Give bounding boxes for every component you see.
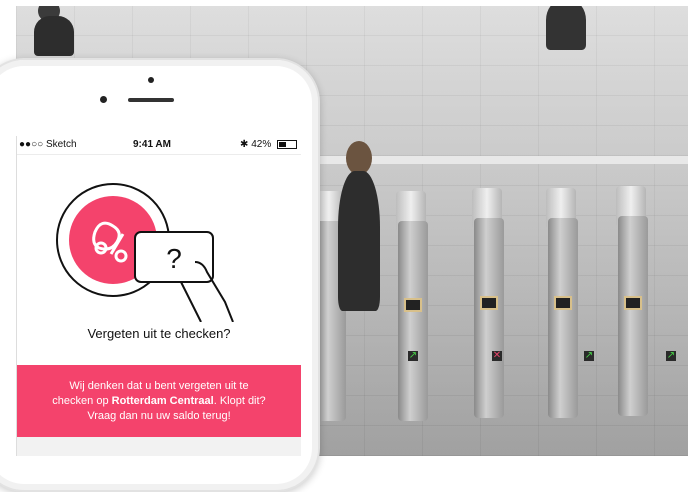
banner-line-2-suffix: . Klopt dit? [213,395,266,407]
carrier-signal: ●●○○ Sketch [19,139,77,150]
card-question-mark: ? [166,243,182,274]
phone-screen: ●●○○ Sketch 9:41 AM ✱ 42% ? Vergeten uit… [16,136,301,456]
green-arrow-icon: ↗ [666,350,676,361]
content-area-below [17,437,301,456]
green-arrow-icon: ↗ [408,350,418,361]
walking-person [34,16,74,56]
battery-status: ✱ 42% [240,139,297,150]
speaker-grille [128,98,174,102]
station-name: Rotterdam Centraal [111,395,214,407]
banner-line-2-prefix: checken op [52,395,112,407]
ticket-gate [618,216,648,416]
battery-icon [277,139,297,149]
page-title: Vergeten uit te checken? [87,326,231,341]
gate-screen [554,296,572,310]
forgot-checkout-illustration: ? [56,183,234,322]
person-head [346,141,372,175]
battery-percent: 42% [251,139,272,150]
banner-line-2: checken op Rotterdam Centraal. Klopt dit… [17,394,301,409]
banner-line-1: Wij denken dat u bent vergeten uit te [69,380,249,392]
ticket-gate [474,218,504,418]
ticket-gate [548,218,578,418]
card-icon: ? [134,231,234,322]
banner-line-3: Vraag dan nu uw saldo terug! [87,410,231,422]
gate-screen [404,298,422,312]
walking-person [546,6,586,50]
gate-screen [480,296,498,310]
ticket-gate [398,221,428,421]
camera-dot [148,77,154,83]
gate-screen [624,296,642,310]
walking-person [338,171,380,311]
bluetooth-icon: ✱ [240,139,249,150]
red-cross-icon: ✕ [492,350,502,361]
checkout-banner[interactable]: Wij denken dat u bent vergeten uit te ch… [17,365,301,437]
front-camera [100,96,107,103]
green-arrow-icon: ↗ [584,350,594,361]
status-bar: ●●○○ Sketch 9:41 AM ✱ 42% [17,136,301,155]
status-time: 9:41 AM [133,139,171,150]
